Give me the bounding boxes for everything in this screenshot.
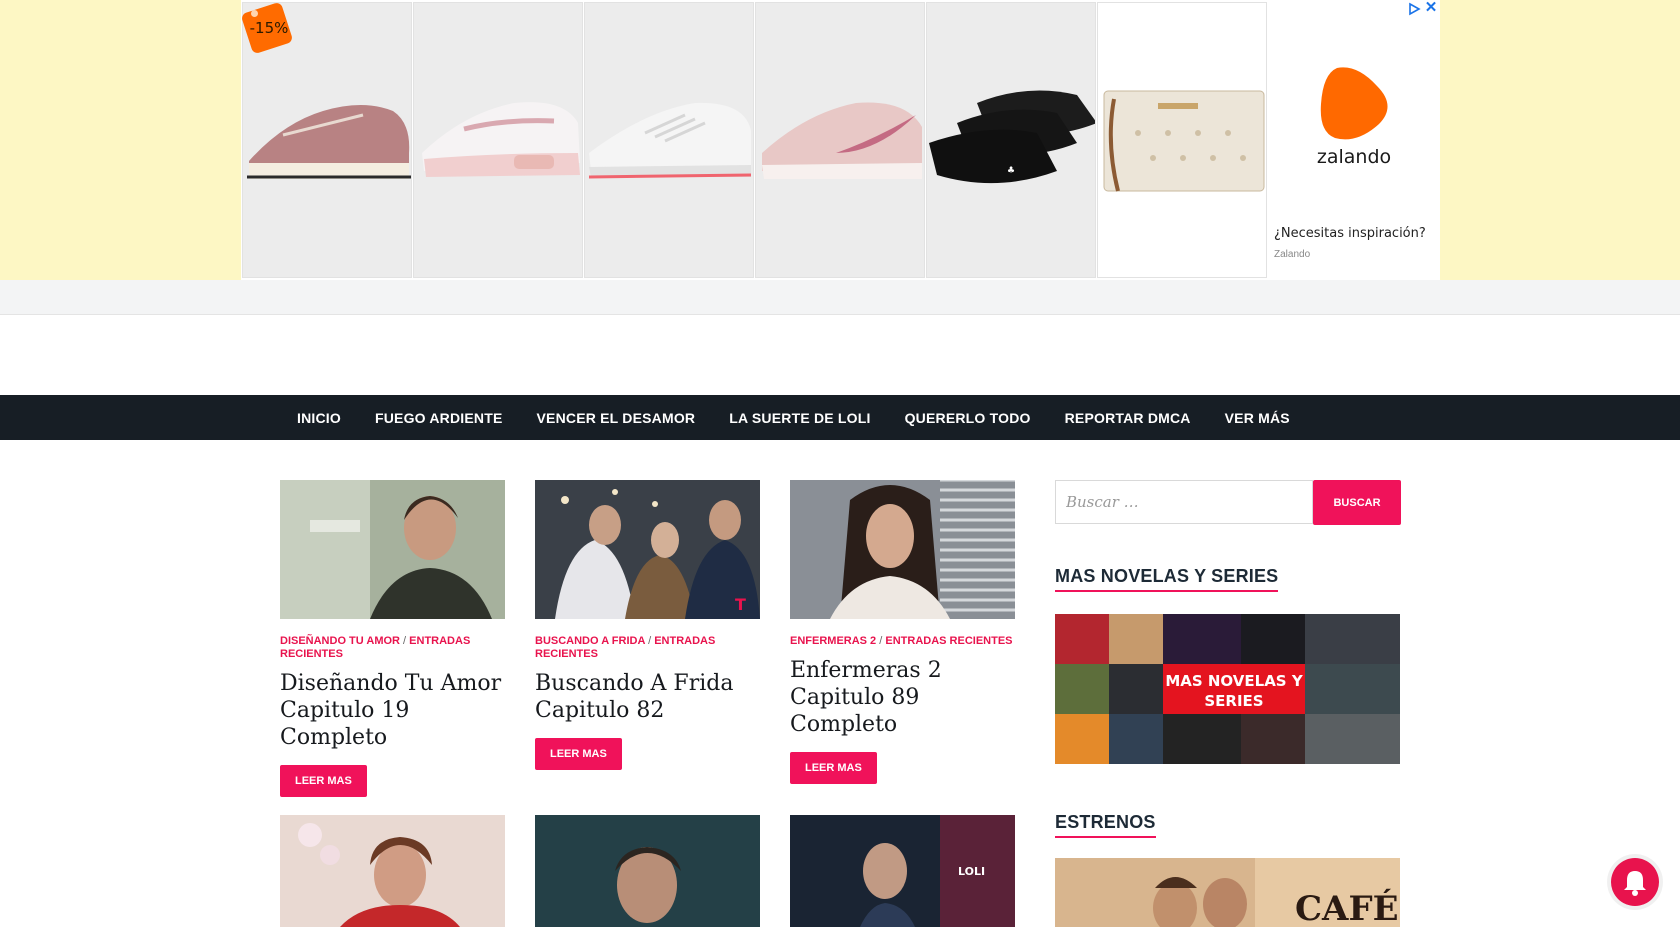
- svg-text:CAFÉ: CAFÉ: [1295, 888, 1399, 927]
- ad-product-tile-5[interactable]: ♣: [926, 2, 1096, 278]
- nav-item-inicio[interactable]: INICIO: [280, 410, 358, 426]
- ad-banner[interactable]: -15% ♣ zalando ¿Necesitas inspiración? Z…: [0, 0, 1680, 280]
- post-thumbnail[interactable]: [535, 815, 760, 927]
- bell-icon: [1624, 871, 1646, 896]
- read-more-button[interactable]: LEER MAS: [280, 765, 367, 797]
- post-card: ENFERMERAS 2 / ENTRADAS RECIENTES Enferm…: [790, 480, 1015, 784]
- ad-product-tile-4[interactable]: [755, 2, 925, 278]
- post-thumbnail[interactable]: T: [535, 480, 760, 619]
- post-title[interactable]: Diseñando Tu Amor Capitulo 19 Completo: [280, 670, 505, 751]
- svg-text:LOLI: LOLI: [958, 865, 985, 878]
- nav-item-vencer-el-desamor[interactable]: VENCER EL DESAMOR: [520, 410, 713, 426]
- post-thumbnail-image: LOLI: [790, 815, 1015, 927]
- discount-tag-hole: [251, 10, 258, 17]
- novelas-collage-banner[interactable]: MAS NOVELAS Y SERIES: [1055, 614, 1400, 764]
- category-separator: /: [403, 635, 407, 647]
- zalando-logo-icon: [1320, 67, 1388, 140]
- read-more-button[interactable]: LEER MAS: [535, 738, 622, 770]
- clutch-image: [1103, 90, 1265, 192]
- post-thumbnail-image: [535, 815, 760, 927]
- post-thumbnail[interactable]: [790, 480, 1015, 619]
- ad-product-tile-6[interactable]: [1097, 2, 1267, 278]
- adchoices-icon[interactable]: [1407, 2, 1421, 16]
- nav-list: INICIO FUEGO ARDIENTE VENCER EL DESAMOR …: [280, 395, 1307, 440]
- widget-title-estrenos: ESTRENOS: [1055, 812, 1156, 838]
- post-title[interactable]: Buscando A Frida Capitulo 82: [535, 670, 760, 724]
- category-link[interactable]: DISEÑANDO TU AMOR: [280, 635, 400, 647]
- post-thumbnail-image: [790, 480, 1015, 619]
- post-thumbnail[interactable]: [280, 815, 505, 927]
- novelas-collage-image: MAS NOVELAS Y SERIES: [1055, 614, 1400, 764]
- category-link[interactable]: BUSCANDO A FRIDA: [535, 635, 645, 647]
- svg-text:MAS NOVELAS Y: MAS NOVELAS Y: [1165, 672, 1304, 690]
- post-card: DISEÑANDO TU AMOR / ENTRADAS RECIENTES D…: [280, 480, 505, 797]
- search-button[interactable]: BUSCAR: [1313, 480, 1401, 525]
- nike-shoe-image: [762, 102, 922, 179]
- svg-text:T: T: [735, 595, 746, 614]
- nav-item-fuego-ardiente[interactable]: FUEGO ARDIENTE: [358, 410, 520, 426]
- nav-item-ver-mas[interactable]: VER MÁS: [1208, 410, 1307, 426]
- ad-brand-name: zalando: [1316, 146, 1392, 168]
- face-masks-image: ♣: [929, 90, 1095, 184]
- ad-caption[interactable]: ¿Necesitas inspiración?: [1274, 226, 1426, 241]
- discount-label: -15%: [249, 19, 289, 37]
- post-thumbnail-image: [280, 480, 505, 619]
- post-title[interactable]: Enfermeras 2 Capitulo 89 Completo: [790, 657, 1015, 738]
- svg-text:SERIES: SERIES: [1204, 692, 1263, 710]
- post-thumbnail-image: T: [535, 480, 760, 619]
- ad-brand-column[interactable]: zalando ¿Necesitas inspiración? Zalando: [1268, 0, 1440, 280]
- post-card: T BUSCANDO A FRIDA / ENTRADAS RECIENTES …: [535, 480, 760, 770]
- post-thumbnail[interactable]: [280, 480, 505, 619]
- nav-item-quererlo-todo[interactable]: QUERERLO TODO: [888, 410, 1048, 426]
- estrenos-banner[interactable]: CAFÉ: [1055, 858, 1400, 927]
- widget-title-mas-novelas: MAS NOVELAS Y SERIES: [1055, 566, 1279, 592]
- header-bar: [0, 280, 1680, 315]
- post-categories: DISEÑANDO TU AMOR / ENTRADAS RECIENTES: [280, 635, 505, 661]
- main-navigation: INICIO FUEGO ARDIENTE VENCER EL DESAMOR …: [0, 395, 1680, 440]
- read-more-button[interactable]: LEER MAS: [790, 752, 877, 784]
- nav-item-la-suerte-de-loli[interactable]: LA SUERTE DE LOLI: [712, 410, 887, 426]
- post-categories: BUSCANDO A FRIDA / ENTRADAS RECIENTES: [535, 635, 760, 661]
- ad-source: Zalando: [1274, 249, 1311, 260]
- nav-item-reportar-dmca[interactable]: REPORTAR DMCA: [1048, 410, 1208, 426]
- category-link[interactable]: ENFERMERAS 2: [790, 635, 876, 647]
- ad-product-tile-3[interactable]: [584, 2, 754, 278]
- svg-text:♣: ♣: [1007, 166, 1015, 176]
- post-thumbnail-image: [280, 815, 505, 927]
- category-separator: /: [879, 635, 883, 647]
- close-icon[interactable]: ✕: [1423, 0, 1439, 16]
- post-thumbnail[interactable]: LOLI: [790, 815, 1015, 927]
- post-categories: ENFERMERAS 2 / ENTRADAS RECIENTES: [790, 635, 1015, 648]
- estrenos-image: CAFÉ: [1055, 858, 1400, 927]
- running-shoe-image: [588, 102, 752, 179]
- search-input[interactable]: [1055, 480, 1313, 524]
- sneaker-image: [422, 102, 580, 177]
- ad-product-tile-2[interactable]: [413, 2, 583, 278]
- category-link[interactable]: ENTRADAS RECIENTES: [885, 635, 1012, 647]
- notification-bell-button[interactable]: [1611, 858, 1659, 906]
- category-separator: /: [648, 635, 652, 647]
